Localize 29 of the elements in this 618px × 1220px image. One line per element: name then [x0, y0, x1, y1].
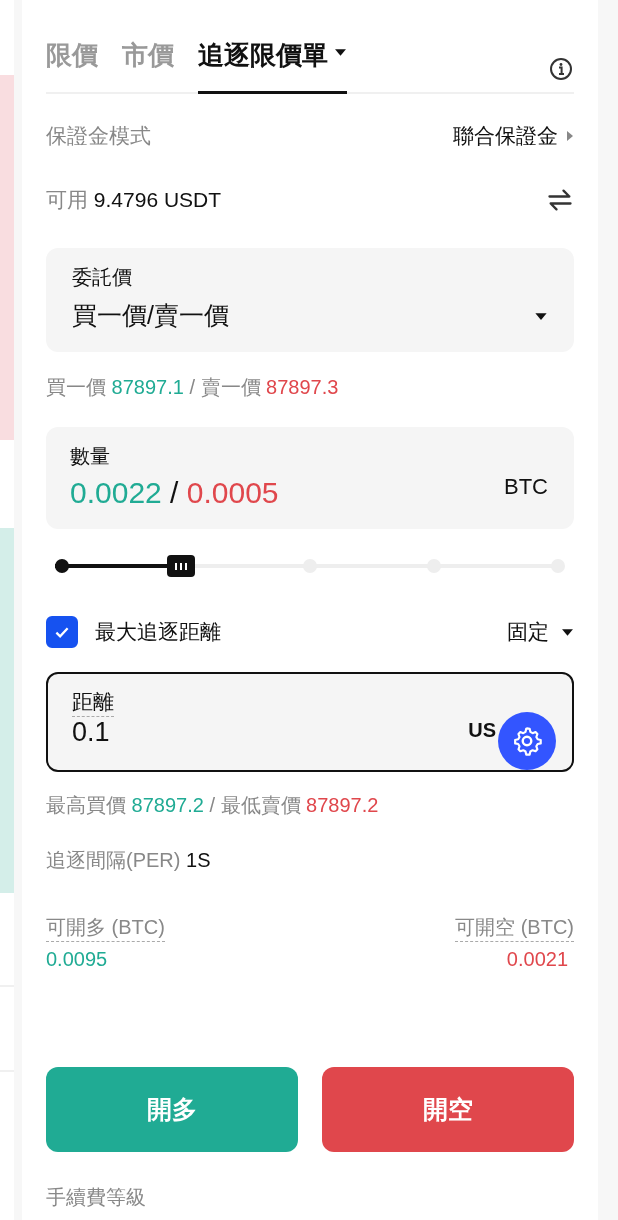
- slider-stop[interactable]: [55, 559, 69, 573]
- caret-icon: [534, 312, 548, 321]
- max-open-value: 0.0021: [506, 948, 569, 971]
- price-limit-text: 最高買價 87897.2 / 最低賣價 87897.2: [46, 793, 380, 818]
- caret-icon: [566, 130, 574, 142]
- transfer-icon[interactable]: [546, 186, 574, 214]
- order-type-tab[interactable]: 追逐限價單: [198, 38, 347, 94]
- distance-field[interactable]: 距離 0.1 US: [46, 672, 574, 772]
- max-open-label: 可開多 (BTC): [46, 914, 165, 942]
- settings-button[interactable]: [498, 712, 556, 770]
- quantity-field[interactable]: 數量 0.0022 / 0.0005 BTC: [46, 427, 574, 529]
- best-price-text: 買一價 87897.1 / 賣一價 87897.3: [46, 375, 340, 400]
- available-balance-text: 可用 9.4796 USDT: [46, 187, 222, 213]
- order-button[interactable]: 開空: [322, 1067, 574, 1152]
- max-open-label: 可開空 (BTC): [455, 914, 574, 942]
- slider-thumb[interactable]: [167, 555, 196, 577]
- chase-mode-dropdown[interactable]: 固定: [507, 618, 574, 646]
- chase-interval-text: 追逐間隔(PER) 1S: [46, 848, 212, 873]
- caret-icon: [561, 627, 574, 637]
- settings-icon: [511, 725, 543, 757]
- checkbox[interactable]: [46, 616, 78, 648]
- margin-mode-label: 保證金模式: [46, 123, 151, 149]
- margin-mode-selector[interactable]: 聯合保證金: [453, 122, 574, 150]
- order-price-select[interactable]: 委託價 買一價/賣一價: [46, 248, 574, 352]
- info-icon[interactable]: [549, 57, 573, 81]
- caret-icon: [334, 48, 347, 57]
- max-chase-label: 最大追逐距離: [95, 619, 221, 645]
- fee-level-label: 手續費等級: [46, 1185, 147, 1210]
- max-open-value: 0.0095: [46, 948, 108, 971]
